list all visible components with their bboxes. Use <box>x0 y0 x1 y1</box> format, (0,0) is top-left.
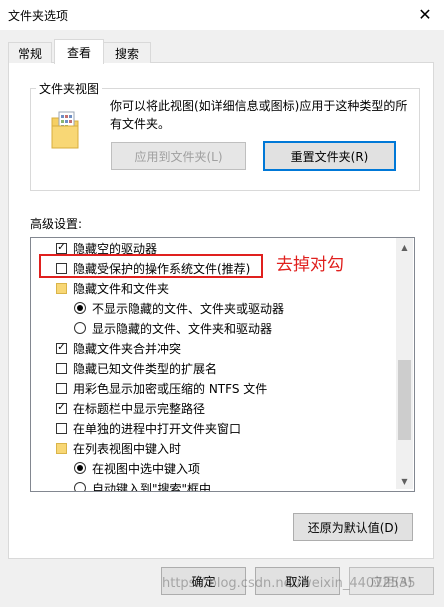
scrollbar-thumb[interactable] <box>398 360 411 440</box>
tab-view[interactable]: 查看 <box>54 39 104 64</box>
list-item-label: 自动键入到"搜索"框中 <box>92 481 212 492</box>
list-item-label: 隐藏已知文件类型的扩展名 <box>73 361 218 376</box>
watermark-text: https://blog.csdn.net/weixin_44072535 <box>162 576 416 591</box>
list-item[interactable]: 在单独的进程中打开文件夹窗口 <box>56 418 241 438</box>
radio-unselected-icon[interactable] <box>74 322 86 334</box>
reset-folders-button[interactable]: 重置文件夹(R) <box>263 141 396 171</box>
scroll-up-icon[interactable]: ▲ <box>396 240 413 254</box>
checkbox-unchecked-icon[interactable] <box>56 382 67 394</box>
tab-general-label: 常规 <box>17 46 42 61</box>
tab-search-label: 搜索 <box>114 46 139 61</box>
checkbox-checked-icon[interactable]: ✓ <box>56 402 67 414</box>
list-item-label: 在标题栏中显示完整路径 <box>73 401 206 416</box>
folder-view-icon <box>51 111 79 149</box>
tab-general[interactable]: 常规 <box>8 42 52 63</box>
checkbox-checked-icon[interactable]: ✓ <box>56 342 67 354</box>
checkbox-unchecked-icon[interactable] <box>56 362 67 374</box>
annotation-highlight-box <box>39 254 263 278</box>
list-item[interactable]: 隐藏已知文件类型的扩展名 <box>56 358 217 378</box>
folder-view-description: 你可以将此视图(如详细信息或图标)应用于这种类型的所有文件夹。 <box>110 99 408 131</box>
radio-selected-icon[interactable] <box>74 302 86 314</box>
list-item[interactable]: 不显示隐藏的文件、文件夹或驱动器 <box>74 298 284 318</box>
checkbox-checked-icon[interactable]: ✓ <box>56 242 67 254</box>
radio-selected-icon[interactable] <box>74 462 86 474</box>
tab-view-label: 查看 <box>66 45 91 60</box>
window-title: 文件夹选项 <box>8 9 69 23</box>
list-item-label: 隐藏文件夹合并冲突 <box>73 341 182 356</box>
apply-to-folders-button[interactable]: 应用到文件夹(L) <box>111 142 246 170</box>
list-item-group: 隐藏文件和文件夹 <box>56 278 169 298</box>
advanced-settings-label: 高级设置: <box>30 217 83 231</box>
list-item-group: 在列表视图中键入时 <box>56 438 181 458</box>
list-item-label: 在视图中选中键入项 <box>92 461 201 476</box>
list-item-label: 用彩色显示加密或压缩的 NTFS 文件 <box>73 381 268 396</box>
list-item-label: 隐藏文件和文件夹 <box>73 281 170 296</box>
radio-unselected-icon[interactable] <box>74 482 86 491</box>
list-item[interactable]: 自动键入到"搜索"框中 <box>74 478 212 492</box>
list-item-label: 不显示隐藏的文件、文件夹或驱动器 <box>92 301 285 316</box>
restore-defaults-button[interactable]: 还原为默认值(D) <box>293 513 413 541</box>
list-item[interactable]: ✓ 隐藏文件夹合并冲突 <box>56 338 181 358</box>
list-item-label: 显示隐藏的文件、文件夹和驱动器 <box>92 321 273 336</box>
list-item[interactable]: 显示隐藏的文件、文件夹和驱动器 <box>74 318 272 338</box>
scroll-down-icon[interactable]: ▼ <box>396 474 413 488</box>
tab-search[interactable]: 搜索 <box>103 42 151 63</box>
folder-icon <box>56 442 67 454</box>
close-icon[interactable]: ✕ <box>410 2 440 26</box>
list-item[interactable]: 在视图中选中键入项 <box>74 458 200 478</box>
list-item[interactable]: ✓ 在标题栏中显示完整路径 <box>56 398 205 418</box>
list-item-label: 在单独的进程中打开文件夹窗口 <box>73 421 242 436</box>
folder-view-legend: 文件夹视图 <box>36 80 103 97</box>
folder-icon <box>56 282 67 294</box>
annotation-text: 去掉对勾 <box>276 255 344 275</box>
checkbox-unchecked-icon[interactable] <box>56 422 67 434</box>
list-item-label: 在列表视图中键入时 <box>73 441 182 456</box>
list-item[interactable]: 用彩色显示加密或压缩的 NTFS 文件 <box>56 378 267 398</box>
